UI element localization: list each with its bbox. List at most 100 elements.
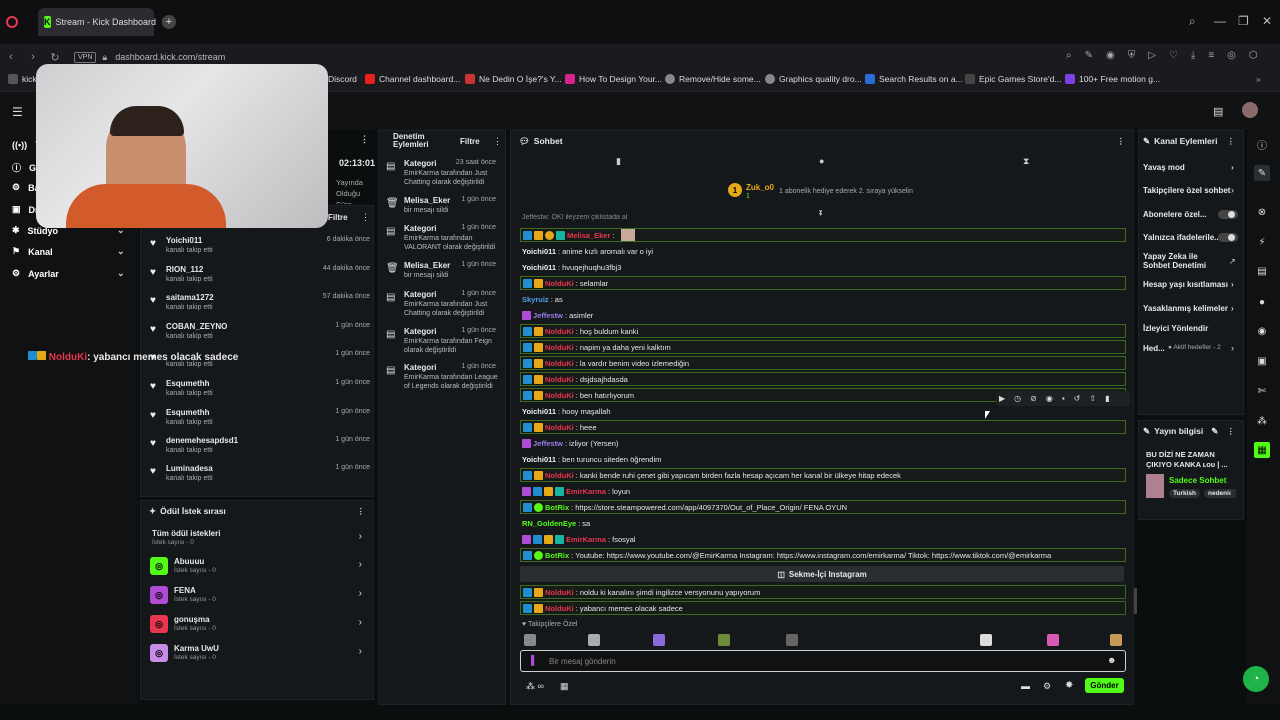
chat-message[interactable]: NolduKi: napim ya daha yeni kalktım [520, 340, 1126, 354]
chat-scrollbar[interactable] [1134, 588, 1137, 614]
menu-icon[interactable]: ≡ [1208, 50, 1214, 61]
back-icon[interactable]: ‹ [0, 51, 22, 63]
goals-item[interactable]: Hed... [1143, 344, 1165, 353]
more-options-icon[interactable]: ⋮ [1117, 136, 1126, 147]
vpn-badge[interactable]: VPN [74, 51, 97, 63]
emoji-icon[interactable]: ☻ [1107, 655, 1116, 665]
chat-message[interactable]: EmirKarma: loyun [520, 484, 1126, 498]
reward-item[interactable]: ◎ FENA İstek sayısı - 0 › [150, 584, 362, 606]
download-icon[interactable]: ⤓ [1191, 50, 1195, 61]
emote-icon[interactable] [1047, 634, 1059, 646]
chat-message[interactable]: Yoichi011: anime kızlı aromalı var o iyi [520, 244, 1126, 258]
url-field[interactable]: dashboard.kick.com/stream [115, 52, 225, 62]
chat-message[interactable]: Yoichi011: hvuqejhuqhu3fbj3 [520, 260, 1126, 274]
broadcast-icon[interactable]: ◉ [1254, 323, 1270, 339]
follower-row[interactable]: ♥ denemehesapdsd1 kanalı takip etti 1 gün ö… [148, 436, 370, 464]
chat-message[interactable]: EmirKarma: fsosyal [520, 532, 1126, 546]
more-bookmarks-icon[interactable]: » [1256, 74, 1261, 84]
chat-message[interactable]: Yoichi011: hooy maşallah [520, 404, 1126, 418]
chat-username[interactable]: NolduKi [545, 375, 574, 384]
bookmark[interactable]: Epic Games Store'd... [965, 74, 1061, 84]
emote-icon[interactable] [980, 634, 992, 646]
followers-only-chat-item[interactable]: Takipçilere özel sohbet [1143, 186, 1241, 195]
follower-row[interactable]: ♥ Esqumethh kanalı takip etti 1 gün önce [148, 408, 370, 436]
bookmark[interactable]: How To Design Your... [565, 74, 662, 84]
shield-icon[interactable]: ⛨ [1128, 50, 1136, 61]
chat-username[interactable]: BotRix [545, 551, 569, 560]
edit-icon[interactable]: ✎ [1254, 165, 1270, 181]
chat-message[interactable]: Skyruiz: as [520, 292, 1126, 306]
chat-username[interactable]: NolduKi [545, 343, 574, 352]
more-options-icon[interactable]: ⋮ [360, 134, 369, 145]
search-tabs-icon[interactable]: ⌕ [1189, 14, 1196, 29]
reward-item[interactable]: ◎ Abuuuu İstek sayısı - 0 › [150, 555, 362, 577]
chat-username[interactable]: Yoichi011 [522, 247, 556, 256]
chat-username[interactable]: NolduKi [545, 471, 574, 480]
layers-icon[interactable]: ▣ [1254, 353, 1270, 369]
maximize-icon[interactable]: ❐ [1238, 14, 1249, 28]
pin-icon[interactable]: ⇧ [1089, 394, 1096, 403]
stream-category[interactable]: Sadece Sohbet [1169, 476, 1226, 485]
chat-username[interactable]: RN_GoldenEye [522, 519, 576, 528]
bookmark[interactable]: kick [8, 74, 37, 84]
sidebar-item-settings-main[interactable]: ⚙ Ayarlar ⌄ [12, 268, 125, 279]
chat-username[interactable]: NolduKi [545, 279, 574, 288]
chat-message[interactable]: BotRix: Youtube: https://www.youtube.com… [520, 548, 1126, 562]
reload-icon[interactable]: ↻ [44, 51, 66, 64]
filter-button[interactable]: Filtre [460, 137, 480, 146]
chat-message[interactable]: Jeffestw: izliyor (Yersen) [520, 436, 1126, 450]
undo-icon[interactable]: ↺ [1074, 394, 1081, 403]
chat-username[interactable]: BotRix [545, 503, 569, 512]
more-options-icon[interactable]: ⋮ [361, 212, 370, 223]
chat-message[interactable]: NolduKi: yabancı memes olacak sadece [520, 601, 1126, 615]
bookmark[interactable]: Search Results on a... [865, 74, 963, 84]
bookmark[interactable]: Discord [328, 74, 357, 84]
chat-message[interactable]: NolduKi: dsjdsajhdasda [520, 372, 1126, 386]
extensions-icon[interactable]: ⬡ [1249, 50, 1258, 61]
document-icon[interactable]: ▤ [1254, 263, 1270, 279]
follower-row[interactable]: ♥ Luminadesa kanalı takip etti 1 gün önce [148, 464, 370, 492]
lightning-icon[interactable]: ⚡︎ [1254, 234, 1270, 250]
community-icon[interactable]: ⁂ ∞ [526, 681, 544, 692]
chat-username[interactable]: NolduKi [545, 327, 574, 336]
reward-item[interactable]: ◎ Karma UwU İstek sayısı - 0 › [150, 642, 362, 664]
copy-icon[interactable]: ▪ [1062, 394, 1065, 403]
chat-message[interactable]: Jeffestw: asimler [520, 308, 1126, 322]
follower-row[interactable]: ♥ COBAN_ZEYNO kanalı takip etti 1 gün önce [148, 322, 370, 350]
emote-icon[interactable] [653, 634, 665, 646]
external-link-icon[interactable]: ↗ [1229, 257, 1236, 266]
chat-input[interactable]: ▌ Bir mesaj gönderin ☻ [520, 650, 1126, 672]
hamburger-menu-icon[interactable]: ☰ [12, 105, 23, 119]
chat-message[interactable]: NolduKi: la vardır benim video izlemediğ… [520, 356, 1126, 370]
timeout-icon[interactable]: ◷ [1014, 394, 1021, 403]
chat-username[interactable]: Yoichi011 [522, 407, 556, 416]
follower-row[interactable]: ♥ Esqumethh kanalı takip etti 1 gün önce [148, 379, 370, 407]
chat-username[interactable]: EmirKarma [566, 487, 606, 496]
play-icon[interactable]: ▷ [1148, 50, 1156, 61]
chat-settings-icon[interactable]: ▬ [1021, 681, 1030, 691]
info-icon[interactable]: ⓘ [1254, 136, 1270, 152]
delete-icon[interactable]: ▮ [1105, 394, 1109, 403]
chat-username[interactable]: NolduKi [545, 604, 574, 613]
more-options-icon[interactable]: ⋮ [1227, 426, 1236, 437]
more-options-icon[interactable]: ⋮ [357, 506, 366, 517]
new-tab-button[interactable]: + [162, 15, 176, 29]
banned-words-item[interactable]: Yasaklanmış kelimeler › [1143, 304, 1234, 313]
chat-username[interactable]: NolduKi [545, 423, 574, 432]
tool-icon[interactable]: ✄ [1254, 383, 1270, 399]
pinned-gifter-name[interactable]: Zuk_o0 [746, 183, 774, 192]
follower-row[interactable]: ♥ Yoichi011 kanalı takip etti 6 dakika önce [148, 236, 370, 264]
edit-icon[interactable]: ✎ [1211, 426, 1218, 437]
emote-icon[interactable] [588, 634, 600, 646]
emotes-only-item[interactable]: Yalnızca ifadelerile... [1143, 233, 1221, 242]
chat-message[interactable]: NolduKi: heee [520, 420, 1126, 434]
chat-message[interactable]: NolduKi: noldu ki kanalını şimdi ingiliz… [520, 585, 1126, 599]
chat-username[interactable]: Jeffestw [533, 439, 563, 448]
chat-message[interactable]: NolduKi: kanki bende ruhi çenet gibi yap… [520, 468, 1126, 482]
store-icon[interactable]: ▦ [560, 681, 569, 692]
account-age-item[interactable]: Hesap yaşı kısıtlaması › [1143, 280, 1234, 289]
gear-icon[interactable]: ⚙ [1043, 681, 1051, 692]
chat-username[interactable]: Melisa_Eker [567, 231, 610, 240]
more-options-icon[interactable]: ⋮ [493, 136, 502, 147]
raid-item[interactable]: İzleyici Yönlendir [1143, 324, 1208, 333]
